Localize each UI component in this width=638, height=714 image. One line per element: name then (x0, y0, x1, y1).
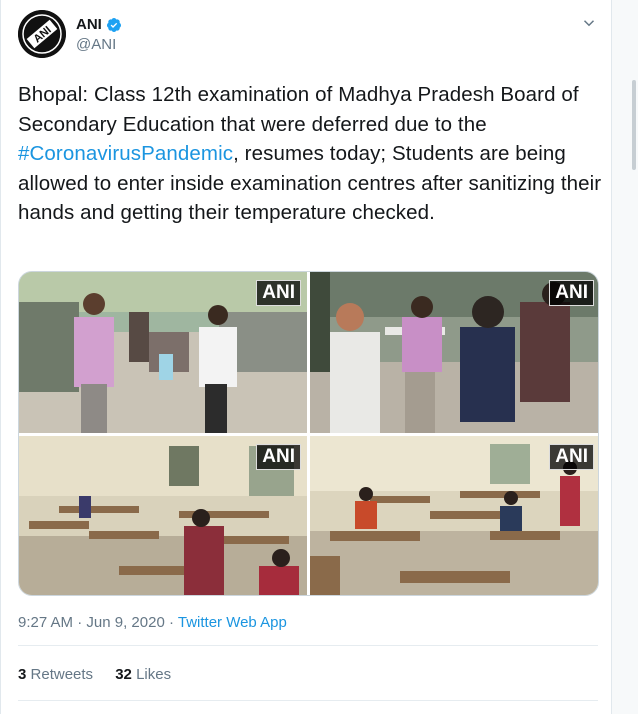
tweet-time[interactable]: 9:27 AM (18, 614, 73, 631)
photo-bottom-right[interactable]: ANI (310, 436, 598, 595)
retweets-stat[interactable]: 3 Retweets (18, 666, 93, 683)
author-block: ANI @ANI (76, 16, 122, 53)
ani-watermark: ANI (549, 444, 594, 470)
hashtag-link[interactable]: #CoronavirusPandemic (18, 142, 233, 165)
divider (18, 700, 598, 701)
likes-label: Likes (136, 666, 172, 683)
ani-watermark: ANI (256, 444, 301, 470)
tweet-metadata: 9:27 AM · Jun 9, 2020 · Twitter Web App (18, 614, 287, 631)
likes-stat[interactable]: 32 Likes (115, 666, 171, 683)
photo-top-left[interactable]: ANI (19, 272, 307, 433)
meta-separator: · (164, 614, 178, 631)
media-grid: ANI ANI ANI ANI (18, 271, 599, 596)
photo-top-right[interactable]: ANI (310, 272, 598, 433)
tweet-header: ANI ANI @ANI (18, 10, 598, 60)
author-name-row[interactable]: ANI (76, 16, 122, 33)
avatar[interactable]: ANI (18, 10, 66, 58)
retweets-label: Retweets (30, 666, 94, 683)
meta-separator: · (73, 614, 87, 631)
ani-watermark: ANI (549, 280, 594, 306)
tweet-date[interactable]: Jun 9, 2020 (86, 614, 164, 631)
verified-badge-icon (106, 17, 121, 32)
divider (18, 645, 598, 646)
author-handle[interactable]: @ANI (76, 36, 122, 53)
scrollbar[interactable] (612, 0, 638, 714)
retweets-count: 3 (18, 666, 27, 683)
chevron-down-icon[interactable] (580, 14, 598, 32)
engagement-stats: 3 Retweets 32 Likes (18, 666, 189, 683)
ani-logo: ANI (18, 10, 66, 58)
tweet-text-part-1: Bhopal: Class 12th examination of Madhya… (18, 83, 579, 136)
tweet-card: ANI ANI @ANI Bhopal: Class 12th examinat… (0, 0, 612, 714)
scrollbar-thumb[interactable] (632, 80, 636, 170)
likes-count: 32 (115, 666, 132, 683)
tweet-source-link[interactable]: Twitter Web App (178, 614, 287, 631)
ani-watermark: ANI (256, 280, 301, 306)
author-display-name[interactable]: ANI (76, 16, 102, 33)
photo-bottom-left[interactable]: ANI (19, 436, 307, 595)
tweet-text: Bhopal: Class 12th examination of Madhya… (18, 80, 603, 228)
